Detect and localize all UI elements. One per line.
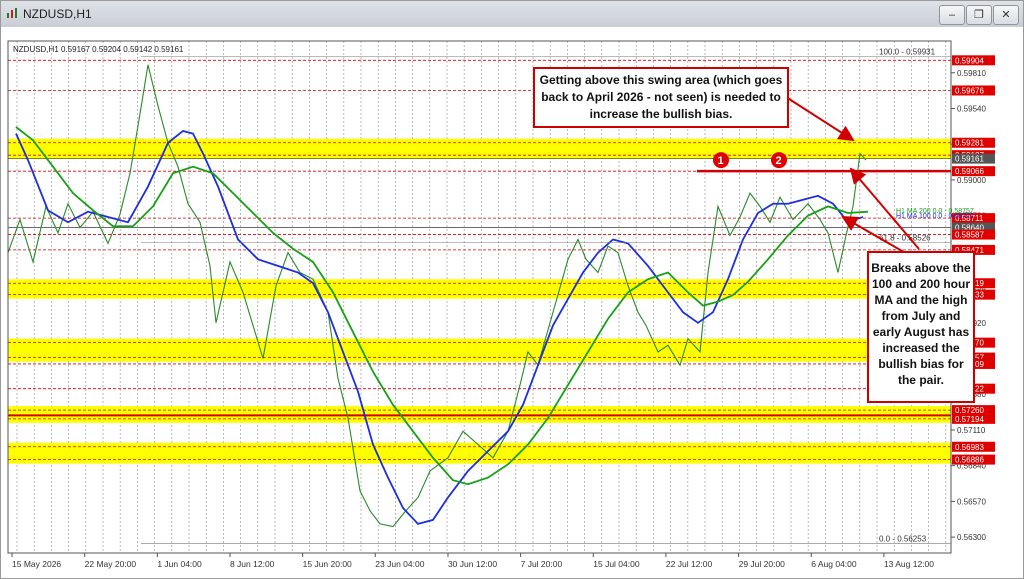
x-tick-label: 22 Jul 12:00 bbox=[666, 559, 713, 569]
x-tick-label: 7 Jul 20:00 bbox=[521, 559, 563, 569]
close-button[interactable]: ✕ bbox=[993, 5, 1019, 25]
x-tick-label: 15 Jul 04:00 bbox=[593, 559, 640, 569]
support-resistance-band bbox=[8, 138, 951, 160]
price-label: 0.57260 bbox=[955, 406, 984, 415]
support-resistance-band bbox=[8, 279, 951, 299]
x-tick-label: 29 Jul 20:00 bbox=[739, 559, 786, 569]
y-tick-label: 0.59000 bbox=[957, 176, 986, 185]
price-label: 0.56886 bbox=[955, 456, 984, 465]
x-tick-label: 1 Jun 04:00 bbox=[157, 559, 202, 569]
symbol-info-label: NZDUSD,H1 0.59167 0.59204 0.59142 0.5916… bbox=[13, 45, 184, 54]
price-label: 0.58587 bbox=[955, 231, 984, 240]
x-tick-label: 15 Jun 20:00 bbox=[303, 559, 352, 569]
y-tick-label: 0.59540 bbox=[957, 104, 986, 113]
x-tick-label: 8 Jun 12:00 bbox=[230, 559, 275, 569]
x-tick-label: 13 Aug 12:00 bbox=[884, 559, 934, 569]
price-label: 0.59066 bbox=[955, 167, 984, 176]
y-tick-label: 0.57110 bbox=[957, 426, 986, 435]
y-tick-label: 0.59810 bbox=[957, 69, 986, 78]
fib-label: 100.0 - 0.59931 bbox=[879, 48, 936, 57]
x-tick-label: 6 Aug 04:00 bbox=[811, 559, 857, 569]
minimize-button[interactable]: ‒ bbox=[939, 5, 965, 25]
fib-label: 0.0 - 0.56253 bbox=[879, 534, 927, 543]
price-label: 0.59161 bbox=[955, 155, 984, 164]
swing-marker-label: 2 bbox=[776, 155, 782, 167]
annotation-ma-breaks: Breaks above the 100 and 200 hour MA and… bbox=[867, 251, 975, 403]
x-tick-label: 22 May 20:00 bbox=[85, 559, 137, 569]
chart-window: NZDUSD,H1 ‒ ❐ ✕ 0.598100.595400.592700.5… bbox=[0, 0, 1024, 579]
price-label: 0.56983 bbox=[955, 443, 984, 452]
window-title: NZDUSD,H1 bbox=[23, 7, 92, 21]
swing-marker-label: 1 bbox=[718, 155, 724, 167]
ma-label: H1 MA 100 0.0 - 0.58721 bbox=[896, 213, 974, 220]
price-label: 0.59676 bbox=[955, 86, 984, 95]
window-titlebar[interactable]: NZDUSD,H1 ‒ ❐ ✕ bbox=[1, 1, 1023, 28]
annotation-swing-area: Getting above this swing area (which goe… bbox=[533, 67, 789, 128]
x-tick-label: 30 Jun 12:00 bbox=[448, 559, 497, 569]
restore-button[interactable]: ❐ bbox=[966, 5, 992, 25]
chart-icon bbox=[7, 8, 17, 18]
price-label: 0.59281 bbox=[955, 139, 984, 148]
y-tick-label: 0.56570 bbox=[957, 497, 986, 506]
y-tick-label: 0.56300 bbox=[957, 533, 986, 542]
support-resistance-band bbox=[8, 338, 951, 362]
x-tick-label: 23 Jun 04:00 bbox=[375, 559, 424, 569]
price-label: 0.57194 bbox=[955, 415, 984, 424]
x-tick-label: 15 May 2026 bbox=[12, 559, 61, 569]
price-label: 0.59904 bbox=[955, 56, 984, 65]
